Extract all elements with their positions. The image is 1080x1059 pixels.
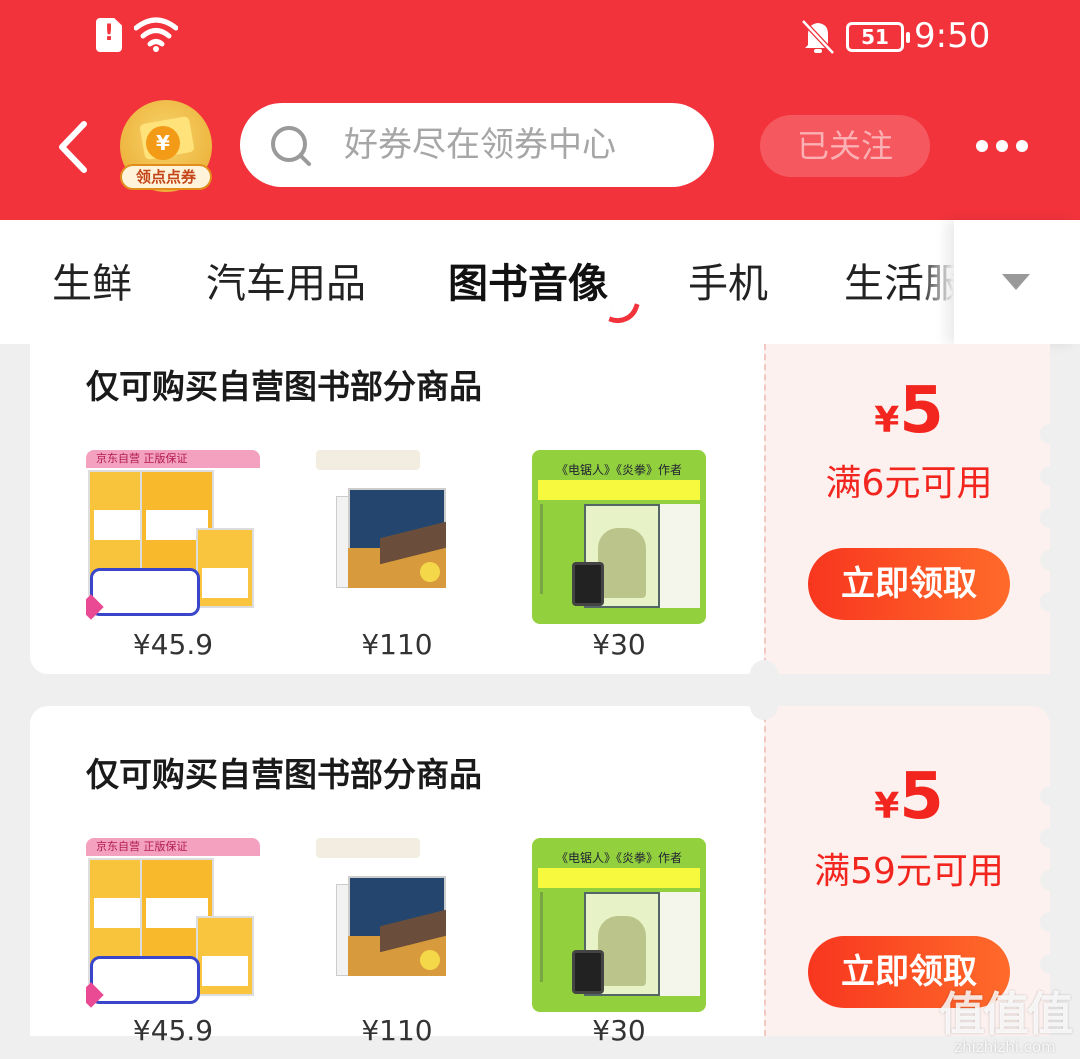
product-price: ¥110 — [361, 1014, 433, 1047]
coupon-center-badge[interactable]: ¥ 领点点券 — [120, 100, 212, 192]
product-image-book-box-set[interactable] — [310, 838, 484, 1012]
product-price: ¥110 — [361, 628, 433, 661]
product-band: 京东自营 正版保证 — [86, 838, 260, 856]
follow-button[interactable]: 已关注 — [760, 115, 930, 177]
coupon-value: 5 — [899, 374, 944, 448]
sim-alert-icon — [96, 18, 122, 52]
coupon-scope-title: 仅可购买自营图书部分商品 — [86, 367, 482, 406]
category-tabs: 生鲜 汽车用品 图书音像 手机 生活服 — [0, 220, 1080, 344]
card-notch — [750, 660, 778, 688]
dropdown-triangle-icon — [1002, 274, 1030, 290]
coupon-threshold: 满6元可用 — [825, 463, 993, 504]
coupon-badge-label: 领点点券 — [120, 164, 212, 190]
battery-level: 51 — [861, 25, 889, 49]
card-scallop-edge — [1040, 424, 1060, 624]
tabs-fade — [920, 220, 954, 344]
coupon-scope-title: 仅可购买自营图书部分商品 — [86, 755, 482, 794]
tab-phones[interactable]: 手机 — [688, 220, 768, 344]
back-arrow-icon[interactable] — [50, 112, 100, 182]
site-watermark: 值值值 zhizhizhi.com — [930, 978, 1080, 1059]
wifi-icon — [134, 17, 178, 52]
product-image-manga-artbook[interactable]: 《电锯人》《炎拳》作者 — [532, 838, 706, 1012]
product-price: ¥30 — [592, 1014, 646, 1047]
tab-fresh[interactable]: 生鲜 — [52, 220, 132, 344]
coupon-value-panel: ¥5 满6元可用 立即领取 — [764, 344, 1050, 674]
product-image-exam-books[interactable]: 京东自营 正版保证 — [86, 450, 260, 624]
tab-books-media[interactable]: 图书音像 — [448, 220, 608, 344]
product-price: ¥30 — [592, 628, 646, 661]
header: 51 9:50 ¥ 领点点券 好券尽在领券中心 已关注 — [0, 0, 1080, 220]
status-time: 9:50 — [914, 16, 991, 56]
coupon-card-body: 仅可购买自营图书部分商品 京东自营 正版保证 ¥45.9 ¥110 《电锯人》《… — [30, 706, 764, 1047]
currency-symbol: ¥ — [874, 400, 900, 441]
tab-auto-supplies[interactable]: 汽车用品 — [206, 220, 366, 344]
product-band: 京东自营 正版保证 — [86, 450, 260, 468]
product-price: ¥45.9 — [132, 1014, 214, 1047]
coupon-value: 5 — [899, 760, 944, 834]
product-image-manga-artbook[interactable]: 《电锯人》《炎拳》作者 — [532, 450, 706, 624]
card-scallop-edge — [1040, 786, 1060, 986]
card-notch — [750, 692, 778, 720]
product-image-book-box-set[interactable] — [310, 450, 484, 624]
coupon-card: 仅可购买自营图书部分商品 京东自营 正版保证 ¥45.9 ¥110 《电锯人》《… — [30, 692, 1060, 1047]
bell-off-icon — [801, 19, 835, 55]
yen-coin-icon: ¥ — [146, 126, 180, 160]
product-price: ¥45.9 — [132, 628, 214, 661]
more-icon[interactable] — [970, 128, 1034, 164]
coupon-card-body: 仅可购买自营图书部分商品 京东自营 正版保证 ¥45.9 ¥110 《电锯人》《… — [30, 344, 764, 674]
currency-symbol: ¥ — [874, 786, 900, 827]
coupon-threshold: 满59元可用 — [814, 851, 1004, 892]
search-icon — [271, 126, 311, 166]
claim-coupon-button[interactable]: 立即领取 — [808, 548, 1010, 620]
coupon-amount: ¥5 — [766, 374, 1052, 448]
search-input[interactable]: 好券尽在领券中心 — [240, 103, 714, 187]
coupon-card: 仅可购买自营图书部分商品 京东自营 正版保证 ¥45.9 ¥110 《电锯人》《… — [30, 344, 1060, 688]
product-image-exam-books[interactable]: 京东自营 正版保证 — [86, 838, 260, 1012]
battery-icon: 51 — [846, 22, 910, 52]
product-banner: 《电锯人》《炎拳》作者 — [555, 463, 682, 477]
product-banner: 《电锯人》《炎拳》作者 — [555, 851, 682, 865]
tabs-expand-button[interactable] — [954, 220, 1080, 344]
search-placeholder: 好券尽在领券中心 — [344, 125, 616, 165]
watermark-logo: 值值值 — [939, 987, 1073, 1041]
status-bar: 51 9:50 — [0, 0, 1080, 78]
coupon-amount: ¥5 — [766, 760, 1052, 834]
